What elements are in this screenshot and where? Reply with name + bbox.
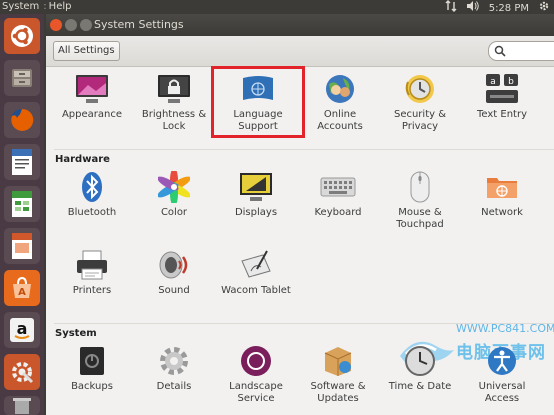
details-item[interactable]: Details <box>134 343 214 393</box>
mouse-touchpad-item[interactable]: Mouse & Touchpad <box>380 169 460 231</box>
text-entry-item[interactable]: ab Text Entry <box>462 71 542 121</box>
landscape-icon <box>236 343 276 379</box>
color-icon <box>154 169 194 205</box>
writer-icon[interactable] <box>4 144 40 180</box>
sound-item[interactable]: Sound <box>134 247 214 297</box>
svg-text:A: A <box>18 287 26 298</box>
universal-access-item[interactable]: Universal Access <box>462 343 542 405</box>
firefox-icon[interactable] <box>4 102 40 138</box>
close-button[interactable] <box>50 19 62 31</box>
keyboard-label: Keyboard <box>314 207 362 218</box>
display-icon <box>236 169 276 205</box>
software-updates-label: Software & Updates <box>310 381 366 404</box>
amazon-icon[interactable]: a <box>4 312 40 348</box>
displays-item[interactable]: Displays <box>216 169 296 219</box>
tablet-icon <box>236 247 276 283</box>
section-divider <box>54 323 554 324</box>
software-updates-item[interactable]: Software & Updates <box>298 343 378 405</box>
files-icon[interactable] <box>4 60 40 96</box>
global-menu: System: Help <box>2 0 75 14</box>
language-support-item[interactable]: Language Support <box>211 66 305 138</box>
system-settings-launcher-icon[interactable] <box>4 354 40 390</box>
security-privacy-label: Security & Privacy <box>393 109 447 132</box>
search-icon <box>494 45 506 57</box>
backups-icon <box>72 343 112 379</box>
window-titlebar: System Settings <box>46 14 554 36</box>
network-label: Network <box>481 207 523 218</box>
time-date-label: Time & Date <box>388 381 452 392</box>
wacom-tablet-label: Wacom Tablet <box>221 285 291 296</box>
keyboard-item[interactable]: Keyboard <box>298 169 378 219</box>
printer-icon <box>72 247 112 283</box>
language-support-label: Language Support <box>233 109 283 132</box>
text-entry-label: Text Entry <box>476 109 527 120</box>
appearance-item[interactable]: Appearance <box>52 71 132 121</box>
accessibility-icon <box>482 343 522 379</box>
top-panel: System: Help 5:28 PM <box>0 0 554 14</box>
sound-label: Sound <box>158 285 190 296</box>
software-icon <box>318 343 358 379</box>
svg-text:a: a <box>17 319 28 338</box>
bluetooth-icon <box>72 169 112 205</box>
universal-access-label: Universal Access <box>478 381 526 404</box>
mouse-icon <box>400 169 440 205</box>
mouse-touchpad-label: Mouse & Touchpad <box>396 207 444 230</box>
menu-separator: : <box>43 1 47 12</box>
appearance-icon <box>72 71 112 107</box>
displays-label: Displays <box>234 207 278 218</box>
settings-content: Appearance Brightness & Lock Language Su… <box>46 66 554 415</box>
system-settings-window: System Settings All Settings Appearance … <box>46 14 554 415</box>
window-title: System Settings <box>94 18 184 31</box>
online-accounts-label: Online Accounts <box>317 109 363 132</box>
backups-label: Backups <box>71 381 113 392</box>
wacom-tablet-item[interactable]: Wacom Tablet <box>216 247 296 297</box>
network-icon <box>482 169 522 205</box>
impress-icon[interactable] <box>4 228 40 264</box>
brightness-lock-item[interactable]: Brightness & Lock <box>134 71 214 133</box>
language-icon <box>238 71 278 107</box>
printers-label: Printers <box>72 285 112 296</box>
keyboard-layout-icon: ab <box>482 71 522 107</box>
hardware-heading: Hardware <box>55 154 110 165</box>
gear-icon <box>154 343 194 379</box>
software-center-icon[interactable]: A <box>4 270 40 306</box>
app-menu[interactable]: System <box>2 1 39 12</box>
help-menu[interactable]: Help <box>49 1 72 12</box>
landscape-service-item[interactable]: Landscape Service <box>216 343 296 405</box>
maximize-button[interactable] <box>80 19 92 31</box>
svg-text:b: b <box>508 77 514 87</box>
minimize-button[interactable] <box>65 19 77 31</box>
system-heading: System <box>55 328 97 339</box>
details-label: Details <box>156 381 192 392</box>
calc-icon[interactable] <box>4 186 40 222</box>
svg-text:a: a <box>490 77 496 87</box>
color-item[interactable]: Color <box>134 169 214 219</box>
search-input[interactable] <box>488 41 554 61</box>
brightness-lock-label: Brightness & Lock <box>141 109 207 132</box>
bluetooth-item[interactable]: Bluetooth <box>52 169 132 219</box>
window-controls <box>50 19 92 31</box>
landscape-service-label: Landscape Service <box>229 381 283 404</box>
color-label: Color <box>160 207 188 218</box>
lock-icon <box>154 71 194 107</box>
sound-icon <box>154 247 194 283</box>
appearance-label: Appearance <box>61 109 123 120</box>
dash-home-icon[interactable] <box>4 18 40 54</box>
printers-item[interactable]: Printers <box>52 247 132 297</box>
all-settings-button[interactable]: All Settings <box>53 41 120 61</box>
launcher: A a <box>0 14 44 415</box>
online-accounts-item[interactable]: Online Accounts <box>300 71 380 133</box>
security-icon <box>400 71 440 107</box>
trash-icon[interactable] <box>4 396 40 415</box>
clock-icon <box>400 343 440 379</box>
section-divider <box>54 149 554 150</box>
keyboard-icon <box>318 169 358 205</box>
time-date-item[interactable]: Time & Date <box>380 343 460 393</box>
online-accounts-icon <box>320 71 360 107</box>
backups-item[interactable]: Backups <box>52 343 132 393</box>
security-privacy-item[interactable]: Security & Privacy <box>380 71 460 133</box>
bluetooth-label: Bluetooth <box>67 207 117 218</box>
network-item[interactable]: Network <box>462 169 542 219</box>
toolbar: All Settings <box>46 36 554 67</box>
